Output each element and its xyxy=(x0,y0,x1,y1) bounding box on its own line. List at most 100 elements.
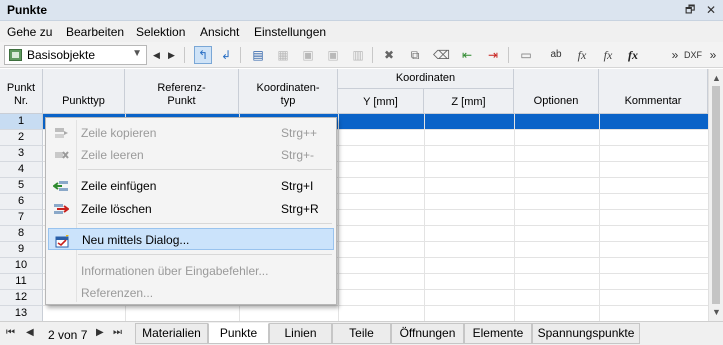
last-tab-icon[interactable]: ⏭ xyxy=(113,327,122,338)
delete-row-icon xyxy=(54,204,69,214)
menu-einstellungen[interactable]: Einstellungen xyxy=(254,25,326,39)
row-number[interactable]: 11 xyxy=(0,274,43,290)
context-menu: Zeile kopieren Strg++ Zeile leeren Strg+… xyxy=(45,117,337,305)
export-table-icon[interactable]: ▦ xyxy=(274,46,292,64)
menu-item-input-errors[interactable]: Informationen über Eingabefehler... xyxy=(48,260,334,282)
row-number[interactable]: 8 xyxy=(0,226,43,242)
toolbar: Basisobjekte ▼ ◀ ▶ ↰ ↲ ▤ ▦ ▣ ▣ ▥ ✖ ⧉ ⌫ ⇤… xyxy=(0,42,723,68)
object-type-value: Basisobjekte xyxy=(27,48,96,62)
header-punkt-nr[interactable]: Punkt Nr. xyxy=(0,69,43,114)
copy-row-icon xyxy=(55,128,68,138)
tab-elemente[interactable]: Elemente xyxy=(464,323,532,344)
pick-point-icon[interactable]: ↰ xyxy=(194,46,212,64)
formula-icon[interactable]: fx xyxy=(573,46,591,64)
formula-edit-icon[interactable]: fx xyxy=(624,46,642,64)
delete-row-icon[interactable]: ⇥ xyxy=(484,46,502,64)
header-koordinaten: Koordinaten xyxy=(338,69,514,89)
menu-separator xyxy=(78,254,332,255)
first-tab-icon[interactable]: ⏮ xyxy=(6,327,15,338)
chevron-down-icon[interactable]: ▼ xyxy=(132,48,142,59)
prev-object-button[interactable]: ◀ xyxy=(150,46,163,64)
tab-oeffnungen[interactable]: Öffnungen xyxy=(391,323,464,344)
row-number[interactable]: 12 xyxy=(0,290,43,306)
window-title: Punkte xyxy=(7,3,48,17)
row-number[interactable]: 7 xyxy=(0,210,43,226)
row-number[interactable]: 4 xyxy=(0,162,43,178)
settings-table-icon[interactable]: ▥ xyxy=(349,46,367,64)
menu-item-new-dialog[interactable]: Neu mittels Dialog... xyxy=(48,228,334,250)
tab-materialien[interactable]: Materialien xyxy=(135,323,208,344)
filter-columns-icon[interactable]: ▣ xyxy=(299,46,317,64)
menu-separator xyxy=(78,223,332,224)
clear-row-icon[interactable]: ⌫ xyxy=(432,46,450,64)
header-z-mm[interactable]: Z [mm] xyxy=(424,89,514,114)
header-referenz-punkt[interactable]: Referenz- Punkt xyxy=(125,69,239,114)
object-type-icon xyxy=(9,49,22,61)
header-kommentar[interactable]: Kommentar xyxy=(599,69,708,114)
toolbar-separator xyxy=(184,47,185,63)
more-tools-button[interactable]: » xyxy=(666,46,684,64)
tab-punkte[interactable]: Punkte xyxy=(208,323,269,344)
header-optionen[interactable]: Optionen xyxy=(514,69,599,114)
menu-gehe-zu[interactable]: Gehe zu xyxy=(7,25,52,39)
scroll-thumb[interactable] xyxy=(712,86,720,304)
menu-item-delete-row[interactable]: Zeile löschen Strg+R xyxy=(48,198,334,220)
text-format-icon[interactable]: ab xyxy=(547,46,565,64)
row-number[interactable]: 6 xyxy=(0,194,43,210)
column-divider xyxy=(514,114,515,321)
menu-ansicht[interactable]: Ansicht xyxy=(200,25,239,39)
close-icon[interactable]: ✕ xyxy=(706,3,716,17)
prev-tab-icon[interactable]: ◀ xyxy=(26,327,34,338)
delete-selected-icon[interactable]: ✖ xyxy=(380,46,398,64)
next-object-button[interactable]: ▶ xyxy=(165,46,178,64)
menu-selektion[interactable]: Selektion xyxy=(136,25,185,39)
formula-clear-icon[interactable]: fx xyxy=(599,46,617,64)
column-divider xyxy=(424,114,425,321)
column-divider xyxy=(338,114,339,321)
insert-row-icon xyxy=(53,181,68,191)
copy-row-icon[interactable]: ⧉ xyxy=(406,46,424,64)
tab-teile[interactable]: Teile xyxy=(332,323,391,344)
new-dialog-icon xyxy=(55,232,69,248)
pick-multiple-icon[interactable]: ↲ xyxy=(217,46,235,64)
table-row[interactable] xyxy=(43,306,708,321)
toolbar-separator xyxy=(508,47,509,63)
menu-item-copy-row[interactable]: Zeile kopieren Strg++ xyxy=(48,122,334,144)
column-icon[interactable]: ▭ xyxy=(517,46,535,64)
vertical-scrollbar[interactable]: ▲ ▼ xyxy=(708,69,723,321)
object-type-combo[interactable]: Basisobjekte ▼ xyxy=(4,45,147,65)
row-number[interactable]: 10 xyxy=(0,258,43,274)
tab-spannungspunkte[interactable]: Spannungspunkte xyxy=(532,323,640,344)
row-number[interactable]: 3 xyxy=(0,146,43,162)
sheet-tab-bar: ⏮ ◀ 2 von 7 ▶ ⏭ Materialien Punkte Linie… xyxy=(0,321,723,345)
toolbar-separator xyxy=(372,47,373,63)
scroll-up-icon[interactable]: ▲ xyxy=(712,73,721,83)
menu-item-insert-row[interactable]: Zeile einfügen Strg+I xyxy=(48,175,334,197)
header-koordinatentyp[interactable]: Koordinaten-typ xyxy=(239,69,338,114)
restore-icon[interactable]: 🗗 xyxy=(685,3,695,17)
toolbar-separator xyxy=(240,47,241,63)
row-number[interactable]: 1 xyxy=(0,114,43,130)
filter-rows-icon[interactable]: ▣ xyxy=(324,46,342,64)
row-number[interactable]: 5 xyxy=(0,178,43,194)
header-y-mm[interactable]: Y [mm] xyxy=(338,89,424,114)
menu-item-references[interactable]: Referenzen... xyxy=(48,282,334,304)
row-number[interactable]: 13 xyxy=(0,306,43,321)
row-number[interactable]: 9 xyxy=(0,242,43,258)
tab-linien[interactable]: Linien xyxy=(269,323,332,344)
more-tools-end-button[interactable]: » xyxy=(704,46,722,64)
menu-bar: Gehe zu Bearbeiten Selektion Ansicht Ein… xyxy=(0,21,723,42)
menu-item-clear-row[interactable]: Zeile leeren Strg+- xyxy=(48,144,334,166)
column-divider xyxy=(599,114,600,321)
row-number[interactable]: 2 xyxy=(0,130,43,146)
insert-row-icon[interactable]: ⇤ xyxy=(458,46,476,64)
next-tab-icon[interactable]: ▶ xyxy=(96,327,104,338)
menu-bearbeiten[interactable]: Bearbeiten xyxy=(66,25,124,39)
header-punkttyp[interactable]: Punkttyp xyxy=(43,69,125,114)
scroll-down-icon[interactable]: ▼ xyxy=(712,307,721,317)
menu-separator xyxy=(78,169,332,170)
dxf-icon[interactable]: DXF xyxy=(683,46,702,64)
tab-pager: 2 von 7 xyxy=(48,328,88,342)
table-view-icon[interactable]: ▤ xyxy=(249,46,267,64)
clear-row-icon xyxy=(55,151,69,159)
